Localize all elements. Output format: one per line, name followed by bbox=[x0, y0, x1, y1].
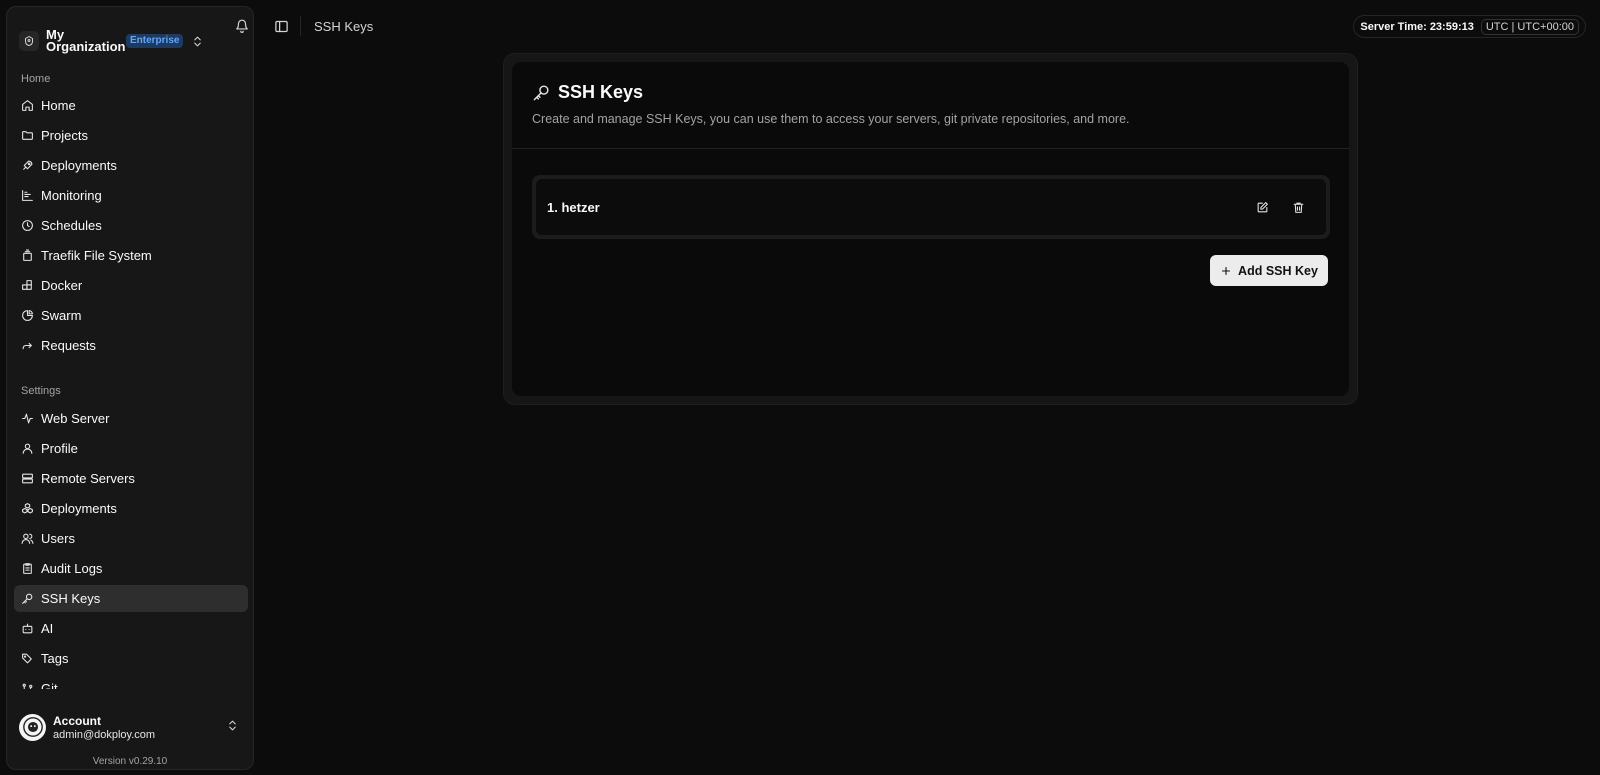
sidebar-item-label: Tags bbox=[41, 651, 69, 666]
group-label-home: Home bbox=[21, 73, 51, 85]
sidebar-item-projects[interactable]: Projects bbox=[14, 122, 248, 149]
chart-icon bbox=[21, 189, 35, 203]
sidebar-item-label: Deployments bbox=[41, 501, 117, 516]
bot-icon bbox=[21, 622, 35, 636]
nav-scroll-fade bbox=[7, 689, 253, 703]
sidebar-item-label: Swarm bbox=[41, 308, 82, 323]
sidebar-item-audit-logs[interactable]: Audit Logs bbox=[14, 555, 248, 582]
plan-badge: Enterprise bbox=[126, 34, 184, 48]
sidebar-item-label: Home bbox=[41, 98, 76, 113]
avatar bbox=[19, 713, 46, 741]
rocket-icon bbox=[21, 159, 35, 173]
trash-icon[interactable] bbox=[1286, 195, 1310, 219]
activity-icon bbox=[21, 412, 35, 426]
ssh-keys-card: SSH Keys Create and manage SSH Keys, you… bbox=[512, 62, 1349, 396]
sidebar-item-users[interactable]: Users bbox=[14, 525, 248, 552]
account-title: Account bbox=[53, 713, 101, 728]
forward-icon bbox=[21, 339, 35, 353]
account-menu[interactable]: Account admin@dokploy.com bbox=[19, 707, 241, 747]
sidebar-item-web-server[interactable]: Web Server bbox=[14, 405, 248, 432]
timezone-badge: UTC | UTC+00:00 bbox=[1480, 18, 1579, 35]
sidebar-item-label: Traefik File System bbox=[41, 248, 152, 263]
org-logo-icon bbox=[19, 31, 39, 51]
ssh-key-list: 1. hetzer bbox=[532, 175, 1330, 239]
sidebar-item-docker[interactable]: Docker bbox=[14, 272, 248, 299]
key-icon bbox=[532, 83, 551, 102]
file-stack-icon bbox=[21, 249, 35, 263]
sidebar-item-label: Remote Servers bbox=[41, 471, 135, 486]
blocks-icon bbox=[21, 279, 35, 293]
sidebar-item-label: Users bbox=[41, 531, 75, 546]
plus-icon bbox=[1220, 265, 1232, 277]
page-description: Create and manage SSH Keys, you can use … bbox=[532, 112, 1130, 126]
sidebar-item-label: AI bbox=[41, 621, 54, 636]
list-item: 1. hetzer bbox=[536, 179, 1326, 235]
bell-icon[interactable] bbox=[235, 19, 249, 33]
sidebar-item-profile[interactable]: Profile bbox=[14, 435, 248, 462]
ssh-keys-card-frame: SSH Keys Create and manage SSH Keys, you… bbox=[503, 53, 1358, 405]
sidebar-item-requests[interactable]: Requests bbox=[14, 332, 248, 359]
topbar-divider bbox=[300, 16, 301, 36]
sidebar-item-label: SSH Keys bbox=[41, 591, 101, 606]
chevrons-up-down-icon bbox=[191, 35, 204, 48]
server-time-value: 23:59:13 bbox=[1429, 20, 1474, 33]
key-icon bbox=[21, 592, 35, 606]
server-time-badge: Server Time: 23:59:13 UTC | UTC+00:00 bbox=[1353, 15, 1586, 38]
sidebar-item-ssh-keys[interactable]: SSH Keys bbox=[14, 585, 248, 612]
sidebar-item-label: Requests bbox=[41, 338, 96, 353]
sidebar-item-schedules[interactable]: Schedules bbox=[14, 212, 248, 239]
users-icon bbox=[21, 532, 35, 546]
home-icon bbox=[21, 99, 35, 113]
sidebar-item-deployments[interactable]: Deployments bbox=[14, 152, 248, 179]
clock-icon bbox=[21, 219, 35, 233]
sidebar-item-traefik[interactable]: Traefik File System bbox=[14, 242, 248, 269]
sidebar-item-label: Audit Logs bbox=[41, 561, 103, 576]
sidebar-item-ai[interactable]: AI bbox=[14, 615, 248, 642]
group-label-settings: Settings bbox=[21, 385, 61, 397]
add-ssh-key-button[interactable]: Add SSH Key bbox=[1210, 255, 1328, 286]
tags-icon bbox=[21, 652, 35, 666]
folder-icon bbox=[21, 129, 35, 143]
clipboard-icon bbox=[21, 562, 35, 576]
account-email: admin@dokploy.com bbox=[53, 728, 156, 741]
sidebar-item-label: Profile bbox=[41, 441, 78, 456]
sidebar-item-label: Web Server bbox=[41, 411, 110, 426]
sidebar-item-tags[interactable]: Tags bbox=[14, 645, 248, 672]
sidebar-item-remote-servers[interactable]: Remote Servers bbox=[14, 465, 248, 492]
ssh-key-name: 1. hetzer bbox=[547, 199, 600, 215]
sidebar-item-label: Projects bbox=[41, 128, 88, 143]
boxes-icon bbox=[21, 502, 35, 516]
sidebar-item-label: Monitoring bbox=[41, 188, 102, 203]
server-time-label: Server Time: bbox=[1360, 20, 1427, 33]
sidebar-toggle-icon[interactable] bbox=[274, 19, 289, 34]
add-ssh-key-label: Add SSH Key bbox=[1238, 263, 1318, 278]
org-name: My Organization bbox=[46, 27, 126, 54]
version-label: Version v0.29.10 bbox=[92, 756, 168, 767]
sidebar-item-swarm[interactable]: Swarm bbox=[14, 302, 248, 329]
org-switcher[interactable]: My Organization Enterprise bbox=[19, 21, 241, 61]
sidebar-item-label: Schedules bbox=[41, 218, 102, 233]
edit-icon[interactable] bbox=[1250, 195, 1274, 219]
sidebar-item-monitoring[interactable]: Monitoring bbox=[14, 182, 248, 209]
user-icon bbox=[21, 442, 35, 456]
sidebar-item-label: Docker bbox=[41, 278, 83, 293]
sidebar: My Organization Enterprise Home Home Pro… bbox=[6, 6, 254, 770]
chevrons-up-down-icon bbox=[226, 719, 239, 732]
sidebar-item-label: Deployments bbox=[41, 158, 117, 173]
breadcrumb[interactable]: SSH Keys bbox=[314, 19, 373, 34]
sidebar-item-settings-deployments[interactable]: Deployments bbox=[14, 495, 248, 522]
page-title: SSH Keys bbox=[558, 82, 644, 102]
server-icon bbox=[21, 472, 35, 486]
card-divider bbox=[512, 148, 1349, 149]
pie-icon bbox=[21, 309, 35, 323]
sidebar-item-home[interactable]: Home bbox=[14, 92, 248, 119]
